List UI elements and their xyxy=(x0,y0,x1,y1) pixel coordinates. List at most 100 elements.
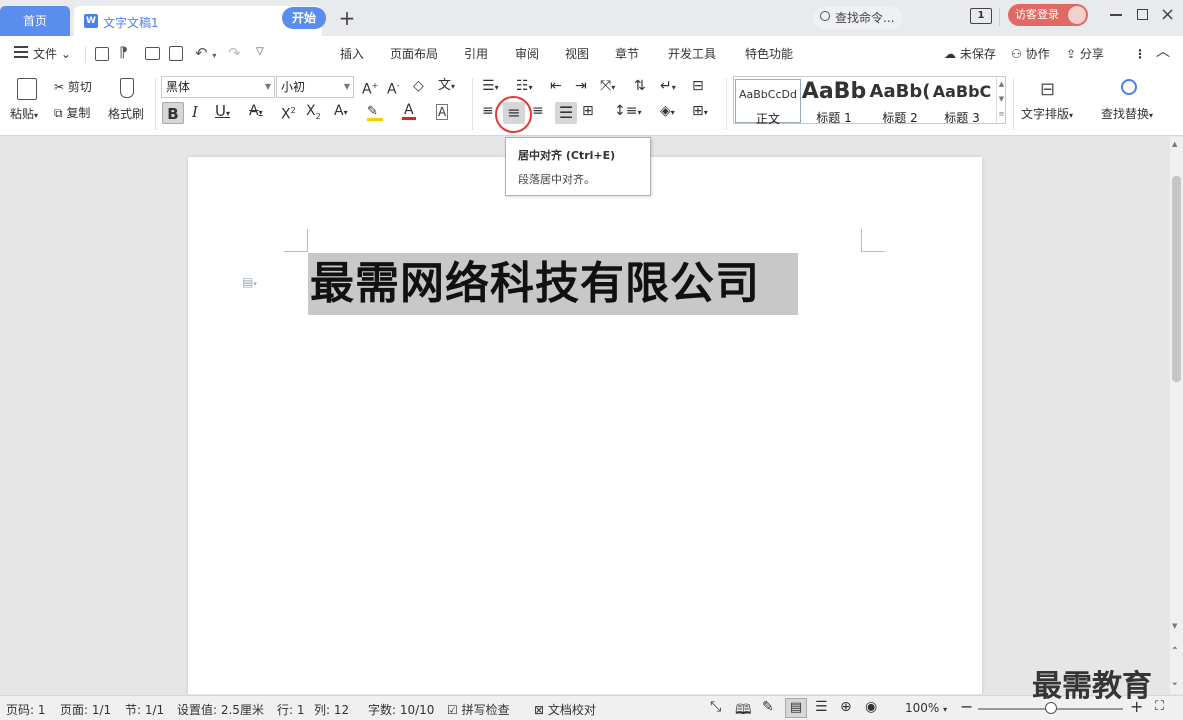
collab-button[interactable]: ⚇ 协作 xyxy=(1011,36,1050,72)
style-heading-2[interactable]: AaBb( 标题 2 xyxy=(867,79,933,125)
status-setting[interactable]: 设置值: 2.5厘米 xyxy=(177,701,264,718)
status-section[interactable]: 节: 1/1 xyxy=(125,701,164,718)
tab-review[interactable]: 审阅 xyxy=(515,36,539,72)
status-row[interactable]: 行: 1 xyxy=(277,701,305,718)
align-right-icon[interactable]: ≡ xyxy=(532,104,544,118)
sort-icon[interactable]: ⇅ xyxy=(634,79,646,93)
menu-icon[interactable] xyxy=(14,46,28,58)
scroll-up-icon[interactable]: ▲ xyxy=(1172,140,1177,148)
document-heading[interactable]: 最需网络科技有限公司 xyxy=(310,255,760,313)
decrease-indent-icon[interactable]: ⇤ xyxy=(550,79,562,93)
justify-icon[interactable]: ☰ xyxy=(555,102,577,124)
font-color-icon[interactable]: A xyxy=(402,102,426,122)
increase-indent-icon[interactable]: ⇥ xyxy=(575,79,587,93)
find-replace-button[interactable]: 查找替换▾ xyxy=(1101,76,1161,124)
text-layout-button[interactable]: ⊟ 文字排版▾ xyxy=(1021,76,1081,124)
format-painter-button[interactable]: 格式刷 xyxy=(108,76,148,124)
tab-references[interactable]: 引用 xyxy=(464,36,488,72)
fit-page-icon[interactable]: ⛶ xyxy=(1155,699,1164,714)
bold-icon[interactable]: B xyxy=(162,102,184,124)
status-pages[interactable]: 页面: 1/1 xyxy=(60,701,111,718)
line-spacing-icon[interactable]: ↕≡▾ xyxy=(614,104,641,120)
undo-icon[interactable]: ↶ ▾ xyxy=(195,44,216,62)
spell-check-button[interactable]: ☑ 拼写检查 xyxy=(447,701,510,718)
tab-developer[interactable]: 开发工具 xyxy=(668,36,716,72)
focus-mode-icon[interactable]: ⤡ xyxy=(710,699,721,715)
quick-access-dropdown-icon[interactable]: ▽ xyxy=(256,46,264,57)
collapse-ribbon-icon[interactable]: ︿ xyxy=(1156,34,1170,70)
tab-home[interactable]: 首页 xyxy=(0,6,70,36)
minimize-icon[interactable] xyxy=(1110,14,1122,16)
text-effect-icon[interactable]: A▾ xyxy=(334,104,348,120)
export-pdf-icon[interactable]: ⁋ xyxy=(119,45,128,61)
reading-mode-icon[interactable]: 🕮 xyxy=(735,699,752,720)
tab-ruler-icon[interactable]: ⊟ xyxy=(692,79,704,93)
outline-view-icon[interactable]: ☰ xyxy=(815,699,828,715)
chinese-layout-icon[interactable]: ⤧▾ xyxy=(600,79,615,95)
tab-chapter[interactable]: 章节 xyxy=(615,36,639,72)
strikethrough-icon[interactable]: A▾ xyxy=(249,104,263,120)
highlight-color-icon[interactable]: ✎ xyxy=(367,104,391,122)
superscript-icon[interactable]: X2 xyxy=(281,104,296,122)
phonetic-guide-icon[interactable]: 文▾ xyxy=(438,79,455,94)
style-heading-1[interactable]: AaBb 标题 1 xyxy=(801,79,867,125)
doc-proof-button[interactable]: ⊠ 文档校对 xyxy=(534,701,596,718)
bullets-icon[interactable]: ☰▾ xyxy=(482,79,499,95)
paragraph-handle-icon[interactable]: ▤▾ xyxy=(242,275,257,289)
zoom-out-icon[interactable]: − xyxy=(960,697,973,716)
command-search[interactable]: 查找命令... xyxy=(813,7,903,29)
status-column[interactable]: 列: 12 xyxy=(314,701,349,718)
tab-view[interactable]: 视图 xyxy=(565,36,589,72)
document-area[interactable] xyxy=(0,137,1170,694)
underline-icon[interactable]: U▾ xyxy=(215,104,230,121)
next-page-icon[interactable]: ⏷ xyxy=(1172,680,1178,689)
borders-icon[interactable]: ⊞▾ xyxy=(692,104,708,120)
page-view-icon[interactable]: ▤ xyxy=(785,698,807,718)
numbering-icon[interactable]: ☷▾ xyxy=(516,79,533,95)
redo-icon[interactable]: ↷ xyxy=(228,44,241,62)
scroll-down-icon[interactable]: ▼ xyxy=(1172,622,1177,630)
new-tab-button[interactable]: + xyxy=(338,8,356,28)
login-button[interactable]: 访客登录 xyxy=(1008,4,1088,26)
zoom-level[interactable]: 100% ▾ xyxy=(905,701,947,715)
menu-file[interactable]: 文件 ⌄ xyxy=(33,36,71,72)
font-size-select[interactable]: 小初 ▼ xyxy=(276,76,354,98)
distributed-align-icon[interactable]: ⊞ xyxy=(582,104,594,118)
tab-insert[interactable]: 插入 xyxy=(340,36,364,72)
scrollbar-thumb[interactable] xyxy=(1172,176,1181,382)
cut-button[interactable]: ✂ 剪切 xyxy=(54,80,92,94)
page-count-badge[interactable]: 1 xyxy=(970,8,992,24)
web-view-icon[interactable]: ⊕ xyxy=(840,699,852,715)
close-icon[interactable]: × xyxy=(1160,4,1175,25)
tab-page-layout[interactable]: 页面布局 xyxy=(390,36,438,72)
copy-button[interactable]: ⧉ 复制 xyxy=(54,106,90,120)
maximize-icon[interactable] xyxy=(1137,9,1148,20)
print-preview-icon[interactable] xyxy=(169,46,183,61)
font-name-select[interactable]: 黑体 ▼ xyxy=(161,76,275,98)
char-border-icon[interactable]: A xyxy=(436,104,449,120)
tab-special[interactable]: 特色功能 xyxy=(745,36,793,72)
style-normal[interactable]: AaBbCcDd 正文 xyxy=(735,79,801,126)
eye-protect-icon[interactable]: ◉ xyxy=(865,699,877,715)
clear-format-icon[interactable]: ◇ xyxy=(413,79,424,93)
subscript-icon[interactable]: X2 xyxy=(306,104,321,124)
style-scroll-icon[interactable]: ▲ ▼ ≡ xyxy=(996,77,1006,123)
shrink-font-icon[interactable]: A- xyxy=(387,79,399,97)
italic-icon[interactable]: I xyxy=(192,105,198,120)
print-icon[interactable] xyxy=(145,47,160,60)
paste-button[interactable]: 粘贴▾ xyxy=(10,76,44,124)
align-left-icon[interactable]: ≡ xyxy=(482,104,494,118)
save-icon[interactable] xyxy=(95,47,109,61)
tab-start[interactable]: 开始 xyxy=(282,7,326,29)
prev-page-icon[interactable]: ⏶ xyxy=(1172,644,1178,653)
style-heading-3[interactable]: AaBbC 标题 3 xyxy=(929,79,995,125)
grow-font-icon[interactable]: A+ xyxy=(362,79,378,97)
writing-mode-icon[interactable]: ✎ xyxy=(762,699,774,715)
unsaved-status[interactable]: ☁ 未保存 xyxy=(944,36,996,72)
shading-icon[interactable]: ◈▾ xyxy=(660,104,675,120)
show-marks-icon[interactable]: ↵▾ xyxy=(660,79,676,95)
share-button[interactable]: ⇪ 分享 xyxy=(1066,36,1104,72)
status-page-number[interactable]: 页码: 1 xyxy=(6,701,46,718)
more-icon[interactable]: ⋮ xyxy=(1134,36,1146,72)
status-word-count[interactable]: 字数: 10/10 xyxy=(368,701,434,718)
